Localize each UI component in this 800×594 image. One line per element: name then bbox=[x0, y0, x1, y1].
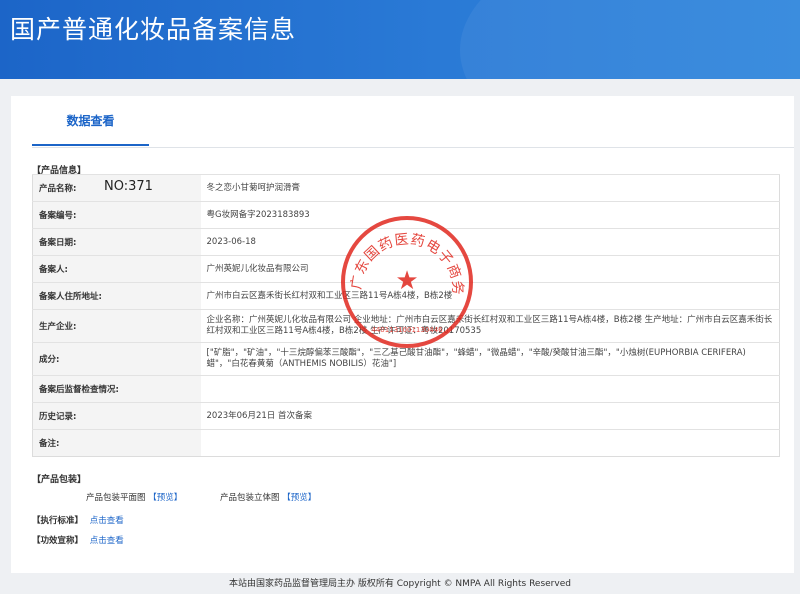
row-label: 备案人: bbox=[32, 255, 201, 283]
row-label: 备案人住所地址: bbox=[32, 282, 201, 310]
tab-data-view[interactable]: 数据查看 bbox=[32, 96, 149, 146]
row-label: 备案后监督检查情况: bbox=[32, 375, 201, 403]
product-info-table: 产品名称: 冬之恋小甘菊呵护润滑膏 备案编号: 粤G妆网备字2023183893… bbox=[32, 174, 780, 457]
row-value: 广州市白云区嘉禾街长红村双和工业区三路11号A栋4楼，B栋2楼 bbox=[200, 282, 780, 310]
row-value: 企业名称：广州英妮儿化妆品有限公司 企业地址：广州市白云区嘉禾街长红村双和工业区… bbox=[200, 309, 780, 343]
efficacy-row: 【功效宣称】 点击查看 bbox=[32, 534, 124, 546]
row-value: 2023-06-18 bbox=[200, 228, 780, 256]
table-row: 成分: ["矿脂"，"矿油"，"十三烷醇偏苯三酸酯"，"三乙基己酸甘油酯"，"蜂… bbox=[32, 342, 780, 376]
tab-divider bbox=[32, 147, 794, 148]
section-packaging-label: 【产品包装】 bbox=[32, 475, 87, 485]
header-banner: 国产普通化妆品备案信息 bbox=[0, 0, 800, 79]
table-row: 历史记录: 2023年06月21日 首次备案 bbox=[32, 402, 780, 430]
standard-view-link[interactable]: 点击查看 bbox=[90, 516, 124, 526]
number-overlay: NO:371 bbox=[104, 179, 153, 194]
main-panel: 数据查看 【产品信息】 产品名称: 冬之恋小甘菊呵护润滑膏 备案编号: 粤G妆网… bbox=[11, 96, 794, 573]
packaging-solid-item: 产品包装立体图 【预览】 bbox=[220, 491, 316, 503]
efficacy-label: 【功效宣称】 bbox=[32, 536, 84, 546]
table-row: 备注: bbox=[32, 429, 780, 457]
row-label: 备案编号: bbox=[32, 201, 201, 229]
table-row: 备案编号: 粤G妆网备字2023183893 bbox=[32, 201, 780, 229]
standard-label: 【执行标准】 bbox=[32, 516, 84, 526]
packaging-flat-item: 产品包装平面图 【预览】 bbox=[86, 491, 182, 503]
row-value: 广州英妮儿化妆品有限公司 bbox=[200, 255, 780, 283]
table-row: 备案人: 广州英妮儿化妆品有限公司 bbox=[32, 255, 780, 283]
footer-copyright: 本站由国家药品监督管理局主办 版权所有 Copyright © NMPA All… bbox=[229, 579, 571, 589]
page-title: 国产普通化妆品备案信息 bbox=[10, 15, 297, 44]
row-value: 冬之恋小甘菊呵护润滑膏 bbox=[200, 174, 780, 202]
table-row: 生产企业: 企业名称：广州英妮儿化妆品有限公司 企业地址：广州市白云区嘉禾街长红… bbox=[32, 309, 780, 343]
table-row: 备案人住所地址: 广州市白云区嘉禾街长红村双和工业区三路11号A栋4楼，B栋2楼 bbox=[32, 282, 780, 310]
packaging-solid-preview-link[interactable]: 【预览】 bbox=[282, 493, 316, 503]
row-label: 备案日期: bbox=[32, 228, 201, 256]
row-label: 备注: bbox=[32, 429, 201, 457]
table-row: 备案日期: 2023-06-18 bbox=[32, 228, 780, 256]
row-value bbox=[200, 375, 780, 403]
row-label: 生产企业: bbox=[32, 309, 201, 343]
row-value: 粤G妆网备字2023183893 bbox=[200, 201, 780, 229]
packaging-flat-label: 产品包装平面图 bbox=[86, 493, 146, 503]
row-value: 2023年06月21日 首次备案 bbox=[200, 402, 780, 430]
packaging-solid-label: 产品包装立体图 bbox=[220, 493, 280, 503]
standard-row: 【执行标准】 点击查看 bbox=[32, 514, 124, 526]
row-label: 成分: bbox=[32, 342, 201, 376]
row-value bbox=[200, 429, 780, 457]
packaging-flat-preview-link[interactable]: 【预览】 bbox=[148, 493, 182, 503]
efficacy-view-link[interactable]: 点击查看 bbox=[90, 536, 124, 546]
row-label: 历史记录: bbox=[32, 402, 201, 430]
row-value: ["矿脂"，"矿油"，"十三烷醇偏苯三酸酯"，"三乙基己酸甘油酯"，"蜂蜡"，"… bbox=[200, 342, 780, 376]
table-row: 备案后监督检查情况: bbox=[32, 375, 780, 403]
